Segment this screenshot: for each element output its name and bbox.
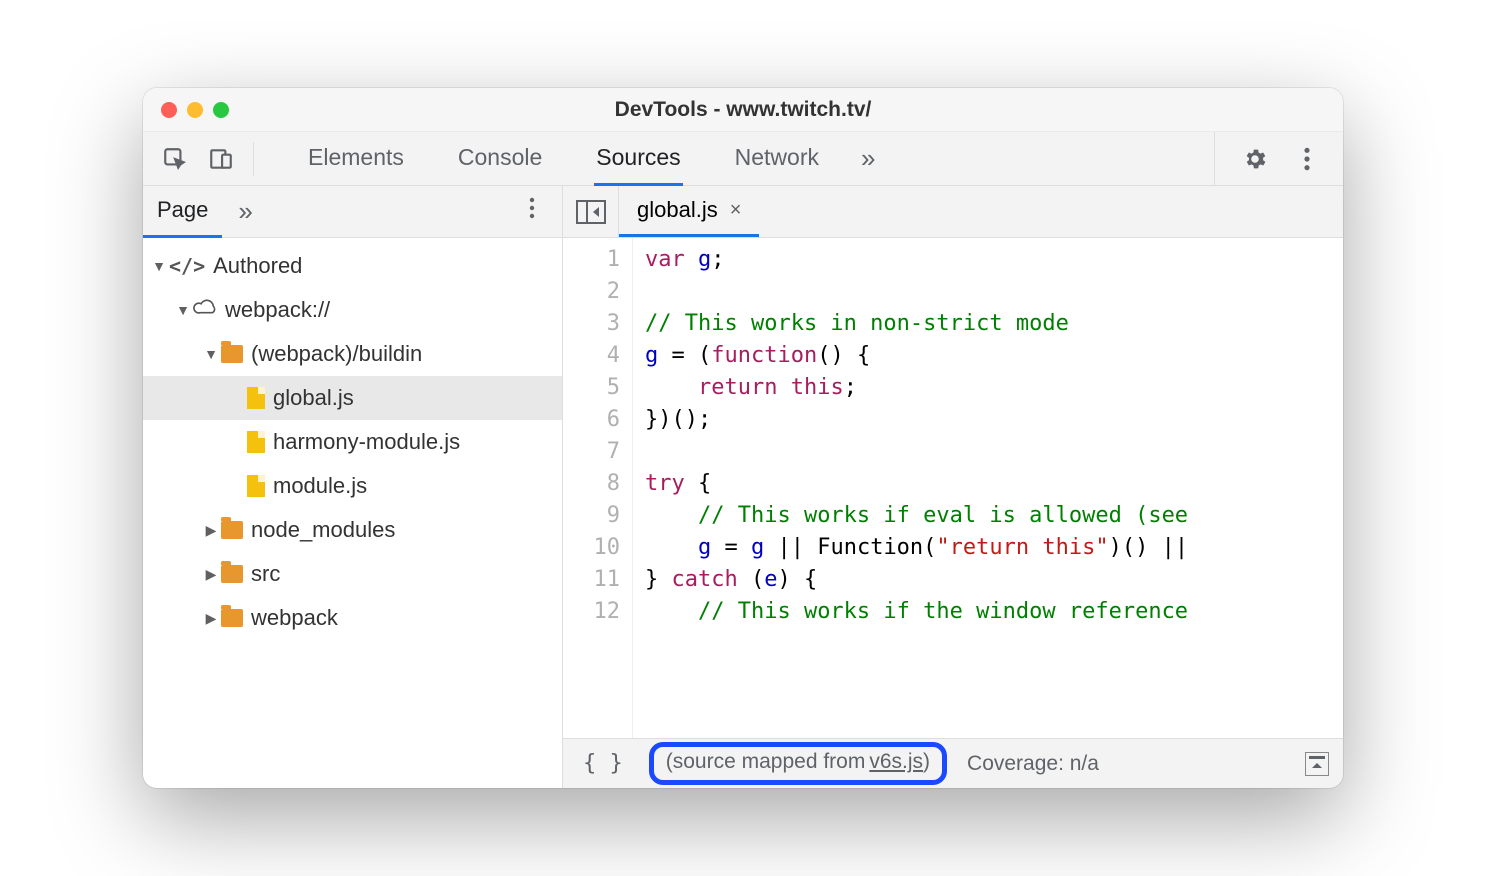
source-map-link[interactable]: v6s.js: [869, 750, 923, 774]
code-line[interactable]: return this;: [645, 372, 1343, 404]
code-icon: </>: [169, 254, 205, 278]
minimize-window-button[interactable]: [187, 102, 203, 118]
kebab-menu-icon[interactable]: [1293, 145, 1321, 173]
window-title: DevTools - www.twitch.tv/: [143, 98, 1343, 122]
navigator-menu-icon[interactable]: [512, 196, 552, 227]
file-tree[interactable]: ▼ </> Authored ▼ webpack:// ▼ (webpack)/…: [143, 238, 562, 788]
body: Page » ▼ </> Authored ▼ web: [143, 186, 1343, 788]
tree-folder[interactable]: ▶ src: [143, 552, 562, 596]
tree-label: Authored: [213, 253, 302, 279]
code-line[interactable]: g = (function() {: [645, 340, 1343, 372]
code-line[interactable]: [645, 436, 1343, 468]
main-tabstrip: Elements Console Sources Network »: [143, 132, 1343, 186]
show-console-drawer-icon[interactable]: [1305, 752, 1329, 776]
chevron-right-icon: ▶: [201, 610, 221, 627]
tabs-overflow-icon[interactable]: »: [861, 143, 875, 174]
navigator-sidebar: Page » ▼ </> Authored ▼ web: [143, 186, 563, 788]
line-number-gutter: 123456789101112: [563, 238, 633, 738]
navigator-tab-page[interactable]: Page: [143, 185, 222, 238]
tree-label: webpack: [251, 605, 338, 631]
tree-origin-webpack[interactable]: ▼ webpack://: [143, 288, 562, 332]
tree-label: src: [251, 561, 280, 587]
tree-label: (webpack)/buildin: [251, 341, 422, 367]
folder-icon: [221, 565, 243, 583]
tree-label: global.js: [273, 385, 354, 411]
code-line[interactable]: })();: [645, 404, 1343, 436]
code-line[interactable]: try {: [645, 468, 1343, 500]
coverage-label: Coverage: n/a: [967, 752, 1099, 776]
chevron-down-icon: ▼: [173, 302, 193, 318]
code-line[interactable]: } catch (e) {: [645, 564, 1343, 596]
code-line[interactable]: [645, 276, 1343, 308]
titlebar: DevTools - www.twitch.tv/: [143, 88, 1343, 132]
main-tab-elements[interactable]: Elements: [306, 132, 406, 186]
code-line[interactable]: var g;: [645, 244, 1343, 276]
chevron-right-icon: ▶: [201, 566, 221, 583]
separator: [253, 142, 254, 176]
chevron-right-icon: ▶: [201, 522, 221, 539]
settings-gear-icon[interactable]: [1241, 145, 1269, 173]
zoom-window-button[interactable]: [213, 102, 229, 118]
editor-tab-globaljs[interactable]: global.js ×: [619, 186, 759, 237]
editor-tab-label: global.js: [637, 197, 718, 223]
main-tab-network[interactable]: Network: [733, 132, 821, 186]
tree-file[interactable]: harmony-module.js: [143, 420, 562, 464]
tree-label: webpack://: [225, 297, 330, 323]
code-line[interactable]: g = g || Function("return this")() ||: [645, 532, 1343, 564]
editor-panel: global.js × 123456789101112 var g; // Th…: [563, 186, 1343, 788]
device-toolbar-icon[interactable]: [207, 145, 235, 173]
source-map-indicator: (source mapped from v6s.js ): [649, 742, 947, 785]
navigator-tabs-overflow-icon[interactable]: »: [222, 196, 268, 227]
pretty-print-button[interactable]: { }: [577, 751, 629, 776]
tree-label: node_modules: [251, 517, 395, 543]
tree-folder-buildin[interactable]: ▼ (webpack)/buildin: [143, 332, 562, 376]
file-icon: [247, 475, 265, 497]
toggle-navigator-icon[interactable]: [563, 186, 619, 237]
chevron-down-icon: ▼: [149, 258, 169, 274]
folder-icon: [221, 521, 243, 539]
tree-file[interactable]: module.js: [143, 464, 562, 508]
navigator-tabbar: Page »: [143, 186, 562, 238]
main-tab-sources[interactable]: Sources: [594, 132, 682, 186]
code-line[interactable]: // This works if the window reference: [645, 596, 1343, 628]
tree-label: module.js: [273, 473, 367, 499]
file-icon: [247, 431, 265, 453]
close-window-button[interactable]: [161, 102, 177, 118]
tree-root-authored[interactable]: ▼ </> Authored: [143, 244, 562, 288]
code-line[interactable]: // This works if eval is allowed (see: [645, 500, 1343, 532]
mapped-prefix: (source mapped from: [666, 750, 866, 774]
folder-icon: [221, 609, 243, 627]
code-editor[interactable]: 123456789101112 var g; // This works in …: [563, 238, 1343, 738]
tree-folder[interactable]: ▶ node_modules: [143, 508, 562, 552]
tree-file[interactable]: global.js: [143, 376, 562, 420]
devtools-window: DevTools - www.twitch.tv/ Elements Consol…: [143, 88, 1343, 788]
main-tab-console[interactable]: Console: [456, 132, 544, 186]
chevron-down-icon: ▼: [201, 346, 221, 362]
file-icon: [247, 387, 265, 409]
folder-icon: [221, 345, 243, 363]
editor-footer: { } (source mapped from v6s.js ) Coverag…: [563, 738, 1343, 788]
traffic-lights: [161, 102, 229, 118]
cloud-icon: [193, 297, 219, 323]
inspect-element-icon[interactable]: [161, 145, 189, 173]
tree-label: harmony-module.js: [273, 429, 460, 455]
close-tab-icon[interactable]: ×: [730, 199, 742, 222]
tree-folder[interactable]: ▶ webpack: [143, 596, 562, 640]
code-content[interactable]: var g; // This works in non-strict modeg…: [633, 238, 1343, 738]
mapped-suffix: ): [923, 750, 930, 774]
editor-tabbar: global.js ×: [563, 186, 1343, 238]
code-line[interactable]: // This works in non-strict mode: [645, 308, 1343, 340]
